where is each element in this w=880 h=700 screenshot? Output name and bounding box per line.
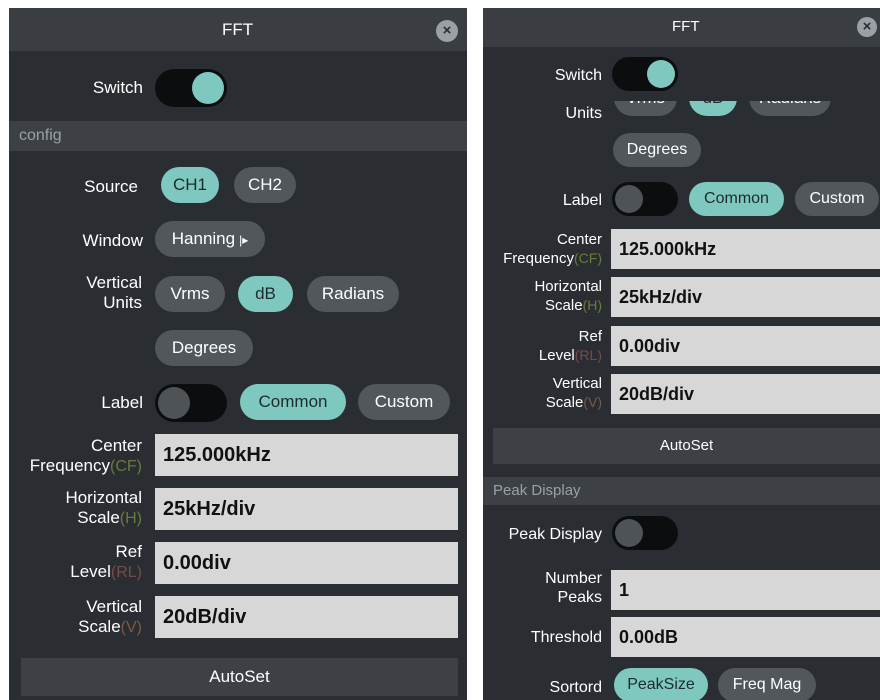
- label-common-button[interactable]: Common: [689, 182, 784, 216]
- title-bar: FFT ×: [9, 8, 467, 51]
- rl-suffix: (RL): [574, 347, 602, 363]
- units-degrees-button[interactable]: Degrees: [613, 133, 701, 167]
- label-common-button[interactable]: Common: [240, 384, 346, 420]
- autoset-button[interactable]: AutoSet: [493, 428, 880, 464]
- units-db-button[interactable]: dB: [238, 276, 293, 312]
- v-suffix: (V): [583, 394, 602, 410]
- h-suffix: (H): [119, 510, 142, 527]
- units-vrms-button[interactable]: Vrms: [155, 276, 225, 312]
- vertical-scale-field[interactable]: 20dB/div: [155, 596, 458, 638]
- horizontal-scale-label-line2: Scale: [77, 508, 120, 527]
- sortord-freqmag-button[interactable]: Freq Mag: [718, 668, 816, 700]
- section-peak-display: Peak Display: [483, 477, 880, 505]
- ref-level-label-line2: Level: [70, 562, 111, 581]
- vertical-scale-label: Vertical Scale(V): [9, 597, 142, 638]
- toggle-knob: [158, 387, 190, 419]
- sortord-label: Sortord: [549, 679, 602, 696]
- number-peaks-label-line1: Number: [545, 570, 602, 587]
- switch-label: Switch: [92, 78, 143, 97]
- number-peaks-label: Number Peaks: [483, 569, 602, 607]
- units-label: Units: [565, 105, 602, 122]
- fft-panel-left: FFT × Switch config Source CH1 CH2 Windo…: [9, 8, 467, 700]
- dropdown-icon: |▸: [239, 232, 249, 247]
- center-frequency-field[interactable]: 125.000kHz: [611, 229, 880, 269]
- source-label: Source: [84, 177, 138, 196]
- section-config: config: [9, 121, 467, 151]
- center-frequency-field[interactable]: 125.000kHz: [155, 434, 458, 476]
- switch-label: Switch: [554, 67, 602, 84]
- cf-suffix: (CF): [110, 458, 142, 475]
- title-bar: FFT ×: [483, 8, 880, 47]
- source-ch1-button[interactable]: CH1: [161, 167, 219, 203]
- number-peaks-label-line2: Peaks: [557, 589, 602, 606]
- close-icon[interactable]: ×: [436, 20, 458, 42]
- window-select[interactable]: Hanning |▸: [155, 221, 265, 257]
- vertical-units-label-line1: Vertical: [86, 273, 142, 292]
- horizontal-scale-label-line1: Horizontal: [65, 488, 142, 507]
- vertical-units-label: Vertical Units: [39, 273, 142, 313]
- label-row-label: Label: [101, 393, 143, 412]
- vertical-scale-label-line1: Vertical: [552, 375, 602, 392]
- horizontal-scale-label: Horizontal Scale(H): [9, 488, 142, 529]
- ref-level-label: Ref Level(RL): [483, 328, 602, 365]
- rl-suffix: (RL): [110, 564, 142, 581]
- sortord-peaksize-button[interactable]: PeakSize: [614, 668, 708, 700]
- ref-level-label-line2: Level: [538, 347, 575, 364]
- switch-toggle[interactable]: [155, 69, 227, 107]
- vertical-units-label-line2: Units: [103, 293, 142, 312]
- center-frequency-label: Center Frequency(CF): [9, 436, 142, 477]
- center-frequency-label-line1: Center: [556, 231, 602, 248]
- threshold-label: Threshold: [530, 629, 602, 646]
- center-frequency-label: Center Frequency(CF): [483, 231, 602, 268]
- vertical-scale-label-line2: Scale: [545, 394, 584, 411]
- center-frequency-label-line1: Center: [90, 436, 142, 455]
- units-degrees-button[interactable]: Degrees: [155, 330, 253, 366]
- toggle-knob: [192, 72, 224, 104]
- vertical-scale-field[interactable]: 20dB/div: [611, 374, 880, 414]
- toggle-knob: [615, 185, 643, 213]
- threshold-field[interactable]: 0.00dB: [611, 617, 880, 657]
- horizontal-scale-label-line1: Horizontal: [534, 278, 602, 295]
- vertical-scale-label-line2: Scale: [78, 617, 121, 636]
- label-toggle[interactable]: [155, 384, 227, 422]
- horizontal-scale-field[interactable]: 25kHz/div: [155, 488, 458, 530]
- label-custom-button[interactable]: Custom: [358, 384, 450, 420]
- vertical-scale-label: Vertical Scale(V): [483, 375, 602, 412]
- toggle-knob: [615, 519, 643, 547]
- label-row-label: Label: [562, 192, 602, 209]
- toggle-knob: [647, 60, 675, 88]
- horizontal-scale-label: Horizontal Scale(H): [483, 278, 602, 315]
- center-frequency-label-line2: Frequency: [29, 456, 111, 475]
- ref-level-label: Ref Level(RL): [9, 542, 142, 583]
- h-suffix: (H): [582, 297, 602, 313]
- peak-display-toggle[interactable]: [612, 516, 678, 550]
- ref-level-field[interactable]: 0.00div: [155, 542, 458, 584]
- vertical-scale-label-line1: Vertical: [86, 597, 142, 616]
- close-icon[interactable]: ×: [857, 17, 877, 37]
- center-frequency-label-line2: Frequency: [503, 250, 574, 267]
- label-toggle[interactable]: [612, 182, 678, 216]
- panel-title: FFT: [222, 20, 254, 39]
- horizontal-scale-label-line2: Scale: [545, 297, 583, 314]
- number-peaks-field[interactable]: 1: [611, 570, 880, 610]
- switch-row: Switch: [483, 47, 880, 101]
- fft-panel-right: Vrms dB Radians Units FFT × Switch Degre…: [483, 8, 880, 700]
- autoset-button[interactable]: AutoSet: [21, 658, 458, 696]
- horizontal-scale-field[interactable]: 25kHz/div: [611, 277, 880, 317]
- cf-suffix: (CF): [574, 250, 602, 266]
- ref-level-label-line1: Ref: [115, 542, 142, 561]
- ref-level-label-line1: Ref: [578, 328, 602, 345]
- ref-level-field[interactable]: 0.00div: [611, 326, 880, 366]
- window-label: Window: [82, 231, 143, 250]
- label-custom-button[interactable]: Custom: [795, 182, 879, 216]
- source-ch2-button[interactable]: CH2: [234, 167, 296, 203]
- window-value: Hanning: [171, 229, 236, 248]
- panel-title: FFT: [672, 18, 700, 35]
- peak-display-label: Peak Display: [508, 526, 602, 543]
- v-suffix: (V): [120, 619, 142, 636]
- switch-toggle[interactable]: [612, 57, 678, 91]
- units-radians-button[interactable]: Radians: [307, 276, 399, 312]
